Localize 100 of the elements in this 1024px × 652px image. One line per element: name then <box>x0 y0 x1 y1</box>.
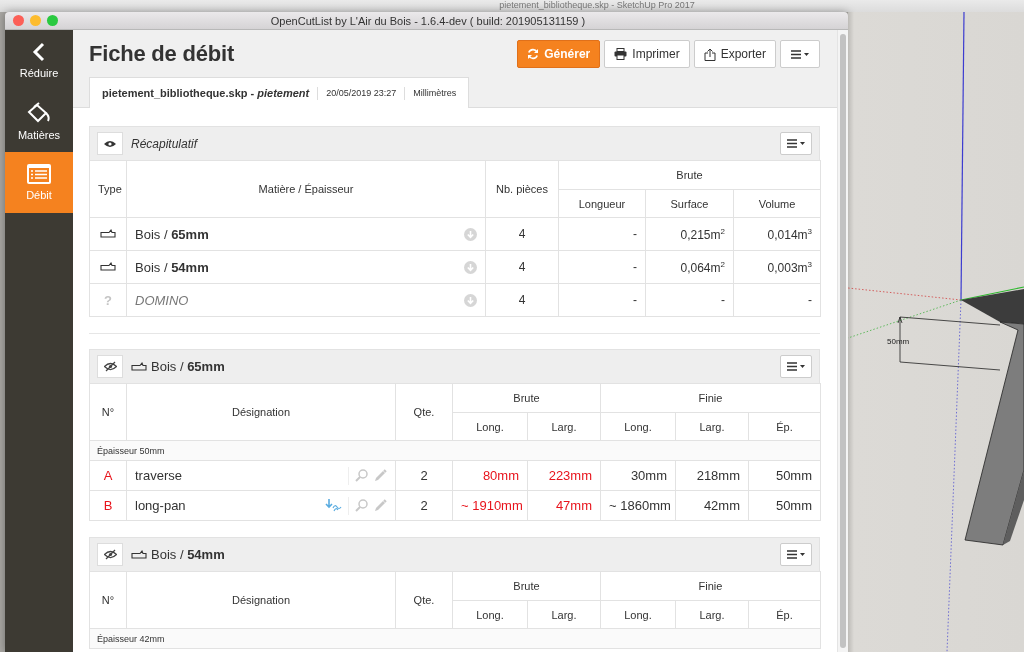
section-title: Bois / 54mm <box>151 547 225 562</box>
column-header: Qte. <box>395 383 453 441</box>
column-header: N° <box>89 383 127 441</box>
thickness-label: Épaisseur 50mm <box>97 445 165 456</box>
column-header: Larg. <box>675 412 749 441</box>
part-name: traverse <box>135 468 182 483</box>
visibility-button[interactable] <box>97 355 123 378</box>
table-cell: 42mm <box>675 490 749 521</box>
table-cell: 0,003m$^{3}$ <box>733 250 821 284</box>
sidebar-item[interactable]: Matières <box>5 91 73 152</box>
board-icon <box>100 229 116 238</box>
column-header: Volume <box>733 189 821 218</box>
table-cell: 218mm <box>675 460 749 491</box>
section-title: Récapitulatif <box>131 136 198 151</box>
table-cell: - <box>733 283 821 317</box>
column-header: Type <box>89 160 127 218</box>
menu-button[interactable] <box>780 543 812 566</box>
table-cell: - <box>558 283 646 317</box>
model-viewport[interactable]: 50mm <box>848 12 1024 652</box>
background-window-title: pietement_bibliotheque.skp - SketchUp Pro 2017 <box>499 0 695 12</box>
search-icon[interactable] <box>355 469 368 482</box>
column-header: Brute <box>452 571 601 601</box>
table-cell: 2 <box>395 490 453 521</box>
table-cell: ~ 1860mm <box>600 490 676 521</box>
printer-icon <box>614 48 628 60</box>
column-header: Larg. <box>527 600 601 629</box>
column-header: Qte. <box>395 571 453 629</box>
column-header: Nb. pièces <box>485 160 559 218</box>
menu-icon <box>786 550 806 559</box>
menu-icon <box>786 139 806 148</box>
column-header: Finie <box>600 383 821 413</box>
menu-icon <box>786 362 806 371</box>
table-cell: 30mm <box>600 460 676 491</box>
arrow-down-circle-icon[interactable] <box>464 293 477 307</box>
model-name: pietement_bibliotheque.skp - pietement <box>102 87 310 99</box>
table-cell: 50mm <box>748 490 821 521</box>
column-header: Ép. <box>748 412 821 441</box>
export-button[interactable]: Exporter <box>693 40 776 68</box>
column-header: Long. <box>452 412 528 441</box>
file-tab[interactable]: pietement_bibliotheque.skp - pietement 20/05/2019 23:27 Millimètres <box>89 77 470 108</box>
arrow-down-circle-icon[interactable] <box>464 227 477 241</box>
part-number: A <box>89 460 127 491</box>
sidebar-item[interactable]: Réduire <box>5 30 73 91</box>
table-cell: 50mm <box>748 460 821 491</box>
table-cell: 80mm <box>452 460 528 491</box>
column-header: Matière / Épaisseur <box>126 160 486 218</box>
table-cell: 0,064m$^{2}$ <box>645 250 734 284</box>
column-header: Brute <box>452 383 601 413</box>
list-icon <box>27 164 51 184</box>
column-header: Finie <box>600 571 821 601</box>
column-header: Long. <box>600 600 676 629</box>
table-cell: 4 <box>485 217 559 251</box>
thickness-label: Épaisseur 42mm <box>97 633 165 644</box>
column-header: Long. <box>600 412 676 441</box>
column-header: Long. <box>452 600 528 629</box>
export-icon <box>703 47 716 61</box>
column-header: Longueur <box>558 189 646 218</box>
zoom-button[interactable] <box>47 15 58 26</box>
model-date: 20/05/2019 23:27 <box>326 88 397 98</box>
visibility-button[interactable] <box>97 132 123 155</box>
column-header: Surface <box>645 189 734 218</box>
pencil-icon[interactable] <box>374 469 387 482</box>
chevron-left-icon <box>32 42 46 62</box>
material-name: DOMINO <box>135 292 189 308</box>
table-cell: 2 <box>395 460 453 491</box>
scrollbar[interactable] <box>840 34 846 648</box>
search-icon[interactable] <box>355 499 368 512</box>
print-button[interactable]: Imprimer <box>604 40 690 68</box>
menu-button[interactable] <box>780 40 820 68</box>
table-cell: - <box>558 217 646 251</box>
page-title: Fiche de débit <box>89 41 236 67</box>
refresh-icon <box>527 48 540 60</box>
column-header: Ép. <box>748 600 821 629</box>
table-cell: 0,014m$^{3}$ <box>733 217 821 251</box>
column-header: N° <box>89 571 127 629</box>
table-cell: - <box>645 283 734 317</box>
menu-button[interactable] <box>780 355 812 378</box>
dimension-label: 50mm <box>887 337 910 346</box>
column-header: Brute <box>558 160 821 190</box>
table-cell: ~ 1910mm <box>452 490 528 521</box>
material-name: Bois / 54mm <box>135 259 209 275</box>
minimize-button[interactable] <box>30 15 41 26</box>
column-header: Larg. <box>527 412 601 441</box>
table-cell: 47mm <box>527 490 601 521</box>
arrow-down-circle-icon[interactable] <box>464 260 477 274</box>
table-cell: 4 <box>485 250 559 284</box>
visibility-button[interactable] <box>97 543 123 566</box>
board-icon <box>131 550 147 559</box>
window-title: OpenCutList by L'Air du Bois - 1.6.4-dev ( build: 201905131159 ) <box>269 14 587 27</box>
pencil-icon[interactable] <box>374 499 387 512</box>
part-number: B <box>89 490 127 521</box>
type-symbol: ? <box>104 292 112 308</box>
table-cell: 4 <box>485 283 559 317</box>
column-header: Désignation <box>126 571 396 629</box>
column-header: Larg. <box>675 600 749 629</box>
paint-bucket-icon <box>26 102 52 124</box>
close-button[interactable] <box>13 15 24 26</box>
menu-button[interactable] <box>780 132 812 155</box>
table-cell: 223mm <box>527 460 601 491</box>
column-header: Désignation <box>126 383 396 441</box>
